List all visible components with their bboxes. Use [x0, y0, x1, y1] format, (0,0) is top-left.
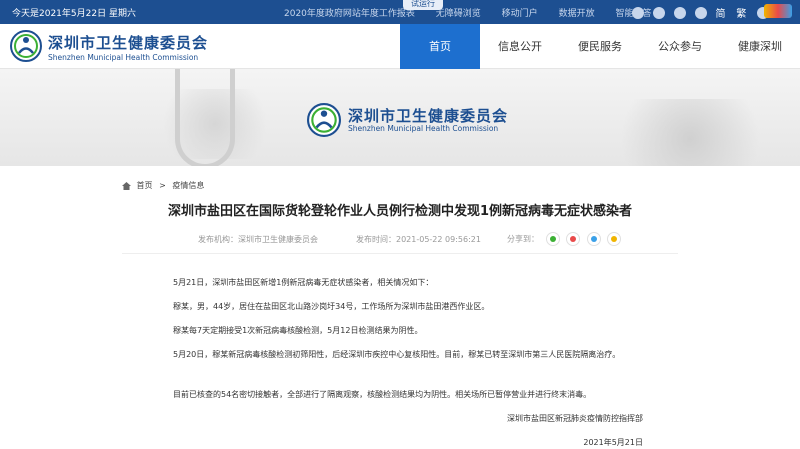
breadcrumb: 首页 > 疫情信息: [122, 180, 204, 191]
trial-run-badge: 试运行: [403, 0, 443, 10]
main-nav: 首页 信息公开 便民服务 公众参与 健康深圳: [400, 24, 800, 69]
microphone-icon[interactable]: [632, 6, 644, 19]
site-name-en: Shenzhen Municipal Health Commission: [48, 53, 199, 62]
top-utility-bar: 今天是2021年5月22日 星期六 2020年度政府网站年度工作报表 无障碍浏览…: [0, 0, 800, 24]
wechat-icon[interactable]: [673, 6, 686, 19]
publisher: 发布机构：深圳市卫生健康委员会: [198, 235, 318, 244]
banner-logo-icon: [307, 103, 341, 137]
banner: 深圳市卫生健康委员会 Shenzhen Municipal Health Com…: [0, 69, 800, 166]
banner-site-name: 深圳市卫生健康委员会: [348, 107, 509, 125]
publish-time: 发布时间：2021-05-22 09:56:21: [356, 235, 481, 244]
article-date: 2021年5月21日: [583, 438, 643, 447]
utility-links: 2020年度政府网站年度工作报表 无障碍浏览 移动门户 数据开放 智能问答: [284, 6, 669, 19]
current-date: 今天是2021年5月22日 星期六: [12, 9, 136, 19]
share-qzone-icon[interactable]: [607, 232, 622, 246]
lang-traditional[interactable]: 繁: [736, 5, 746, 20]
site-header: 深圳市卫生健康委员会 Shenzhen Municipal Health Com…: [0, 24, 800, 69]
article-title: 深圳市盐田区在国际货轮登轮作业人员例行检测中发现1例新冠病毒无症状感染者: [167, 204, 633, 219]
share-label: 分享到：: [507, 234, 539, 244]
nav-public-service[interactable]: 便民服务: [560, 24, 640, 69]
breadcrumb-current[interactable]: 疫情信息: [172, 181, 204, 190]
nav-home[interactable]: 首页: [400, 24, 480, 69]
weibo-icon[interactable]: [652, 6, 665, 19]
topbar-icons: 简 繁: [632, 5, 775, 20]
link-accessibility[interactable]: 无障碍浏览: [436, 9, 481, 19]
breadcrumb-home[interactable]: 首页: [137, 181, 153, 190]
nav-public-participation[interactable]: 公众参与: [640, 24, 720, 69]
share-qq-icon[interactable]: [586, 232, 601, 246]
banner-bg-right: [600, 99, 780, 166]
signature: 深圳市盐田区新冠肺炎疫情防控指挥部: [507, 414, 643, 423]
colorful-badge-icon[interactable]: [764, 4, 792, 18]
share-bar: 分享到：: [507, 232, 622, 246]
banner-site-name-en: Shenzhen Municipal Health Commission: [348, 124, 499, 133]
share-wechat-icon[interactable]: [545, 232, 560, 246]
paragraph-1: 5月21日，深圳市盐田区新增1例新冠病毒无症状感染者，相关情况如下：: [173, 278, 434, 287]
share-weibo-icon[interactable]: [566, 232, 581, 246]
nav-healthy-shenzhen[interactable]: 健康深圳: [720, 24, 800, 69]
site-name[interactable]: 深圳市卫生健康委员会: [48, 32, 208, 53]
nav-info-disclosure[interactable]: 信息公开: [480, 24, 560, 69]
health-commission-logo-icon[interactable]: [10, 30, 42, 62]
lang-simplified[interactable]: 简: [716, 5, 726, 20]
paragraph-5: 目前已核查的54名密切接触者，全部进行了隔离观察，核酸检测结果均为阴性。相关场所…: [173, 390, 592, 399]
breadcrumb-separator: >: [159, 181, 166, 190]
link-annual-report[interactable]: 2020年度政府网站年度工作报表: [284, 9, 415, 19]
paragraph-2: 穆某，男，44岁，居住在盐田区北山路沙岗圩34号，工作场所为深圳市盐田港西作业区…: [173, 302, 490, 311]
link-open-data[interactable]: 数据开放: [559, 9, 595, 19]
link-mobile-portal[interactable]: 移动门户: [502, 9, 538, 19]
stethoscope-decoration: [175, 69, 235, 166]
home-icon: [122, 181, 131, 190]
person-icon[interactable]: [694, 6, 707, 19]
meta-divider: [122, 253, 678, 254]
paragraph-3: 穆某每7天定期接受1次新冠病毒核酸检测，5月12日检测结果为阴性。: [173, 326, 423, 335]
paragraph-4: 5月20日，穆某新冠病毒核酸检测初筛阳性，后经深圳市疾控中心复核阳性。目前，穆某…: [173, 350, 621, 359]
